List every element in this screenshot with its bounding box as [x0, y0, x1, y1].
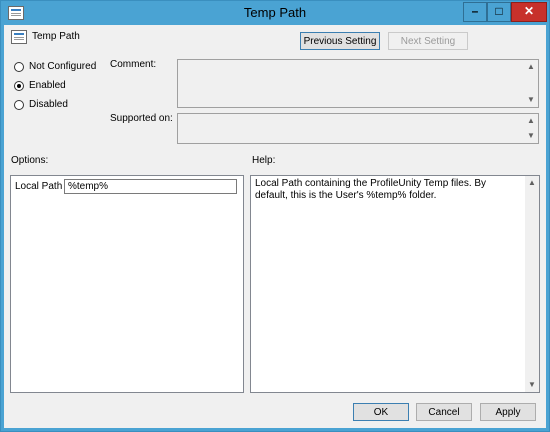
scroll-down-icon[interactable]: ▼: [524, 129, 538, 143]
disabled-radio[interactable]: [14, 100, 24, 110]
next-setting-button[interactable]: Next Setting: [388, 32, 468, 50]
enabled-radio[interactable]: [14, 81, 24, 91]
comment-field[interactable]: ▲ ▼: [177, 59, 539, 108]
options-panel: Local Path %temp%: [10, 175, 244, 393]
scroll-up-icon[interactable]: ▲: [524, 60, 538, 74]
local-path-input[interactable]: %temp%: [64, 179, 237, 194]
dialog-body: Temp Path Previous Setting Next Setting …: [4, 25, 546, 428]
comment-scrollbar[interactable]: ▲ ▼: [524, 60, 538, 107]
policy-name: Temp Path: [32, 31, 80, 42]
setting-icon: [11, 30, 27, 44]
scroll-up-icon[interactable]: ▲: [525, 176, 539, 190]
help-label: Help:: [252, 155, 276, 166]
scroll-up-icon[interactable]: ▲: [524, 114, 538, 128]
apply-button[interactable]: Apply: [480, 403, 536, 421]
disabled-label[interactable]: Disabled: [29, 99, 68, 110]
title-bar[interactable]: Temp Path – □ ✕: [1, 1, 549, 25]
not-configured-radio[interactable]: [14, 62, 24, 72]
help-scrollbar[interactable]: ▲ ▼: [525, 176, 539, 392]
ok-button[interactable]: OK: [353, 403, 409, 421]
previous-setting-button[interactable]: Previous Setting: [300, 32, 380, 50]
minimize-button[interactable]: –: [463, 2, 487, 22]
enabled-label[interactable]: Enabled: [29, 80, 66, 91]
local-path-label: Local Path: [15, 181, 63, 192]
cancel-button[interactable]: Cancel: [416, 403, 472, 421]
scroll-down-icon[interactable]: ▼: [525, 378, 539, 392]
dialog-window: Temp Path – □ ✕ Temp Path Previous Setti…: [0, 0, 550, 432]
close-button[interactable]: ✕: [511, 2, 547, 22]
help-panel: Local Path containing the ProfileUnity T…: [250, 175, 540, 393]
scroll-down-icon[interactable]: ▼: [524, 93, 538, 107]
supported-on-field: ▲ ▼: [177, 113, 539, 144]
supported-on-scrollbar[interactable]: ▲ ▼: [524, 114, 538, 143]
options-label: Options:: [11, 155, 49, 166]
supported-on-label: Supported on:: [110, 113, 173, 124]
maximize-button[interactable]: □: [487, 2, 511, 22]
help-text: Local Path containing the ProfileUnity T…: [255, 178, 487, 201]
comment-label: Comment:: [110, 59, 157, 70]
not-configured-label[interactable]: Not Configured: [29, 61, 96, 72]
